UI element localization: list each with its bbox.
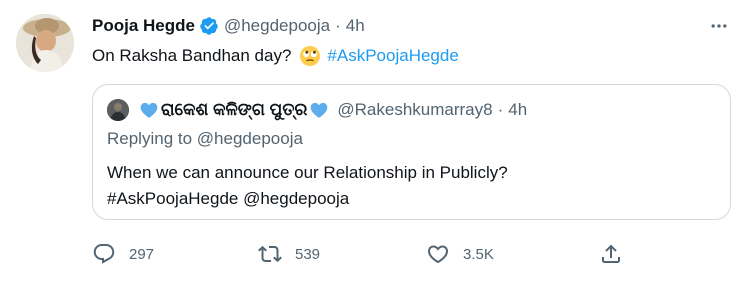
quoted-author-handle[interactable]: @Rakeshkumarray8 [337,100,492,120]
more-horizontal-icon [711,24,727,28]
replying-to-label: Replying to [107,129,193,148]
tweet-text-body: On Raksha Bandhan day? [92,46,292,65]
more-options-button[interactable] [705,12,733,40]
separator-dot: · [497,100,504,119]
reply-button[interactable]: 297 [92,240,154,268]
hashtag-link[interactable]: #AskPoojaHegde [327,44,458,68]
quoted-tweet-text-line: When we can announce our Relationship in… [107,163,508,182]
like-button[interactable]: 3.5K [426,240,494,268]
tweet-header: Pooja Hegde @hegdepooja · 4h [92,14,365,38]
blue-heart-icon [309,100,329,120]
share-icon [599,242,623,266]
quoted-author-name-text: ରାକେଶ କଳିଙ୍ଗ ପୁତ୍ର [161,100,308,119]
avatar-photo-icon [16,14,74,72]
heart-icon [426,242,450,266]
quoted-tweet-header: ରାକେଶ କଳିଙ୍ଗ ପୁତ୍ର @Rakeshkumarray8 · 4h [107,98,527,122]
tweet-actions: 297 539 3.5K [92,240,652,268]
quoted-author-avatar[interactable] [107,99,129,121]
like-count: 3.5K [463,245,494,263]
author-name[interactable]: Pooja Hegde [92,16,195,36]
blue-heart-icon [139,100,159,120]
replying-to: Replying to @hegdepooja [107,129,303,149]
share-button[interactable] [599,240,623,268]
retweet-icon [258,242,282,266]
quoted-tweet-text: When we can announce our Relationship in… [107,160,508,212]
author-handle[interactable]: @hegdepooja [224,16,330,36]
reply-count: 297 [129,245,155,263]
avatar-photo-icon [107,99,129,121]
verified-badge-icon [199,16,219,36]
retweet-count: 539 [295,245,321,263]
reply-icon [92,242,116,266]
separator-dot: · [335,16,341,35]
author-avatar[interactable] [16,14,74,72]
tweet-text: On Raksha Bandhan day? #AskPoojaHegde [92,44,459,68]
quoted-tweet-time[interactable]: 4h [508,100,527,120]
retweet-button[interactable]: 539 [258,240,320,268]
replying-to-mention[interactable]: @hegdepooja [197,129,303,148]
quoted-tweet-text-line: #AskPoojaHegde @hegdepooja [107,189,350,208]
quoted-tweet[interactable]: ରାକେଶ କଳିଙ୍ଗ ପୁତ୍ର @Rakeshkumarray8 · 4h… [92,84,731,220]
tweet[interactable]: Pooja Hegde @hegdepooja · 4h On Raksha B… [0,0,750,288]
tweet-time[interactable]: 4h [346,16,365,36]
rolling-eyes-emoji-icon [299,45,321,67]
quoted-author-name[interactable]: ରାକେଶ କଳିଙ୍ଗ ପୁତ୍ର [137,100,331,120]
